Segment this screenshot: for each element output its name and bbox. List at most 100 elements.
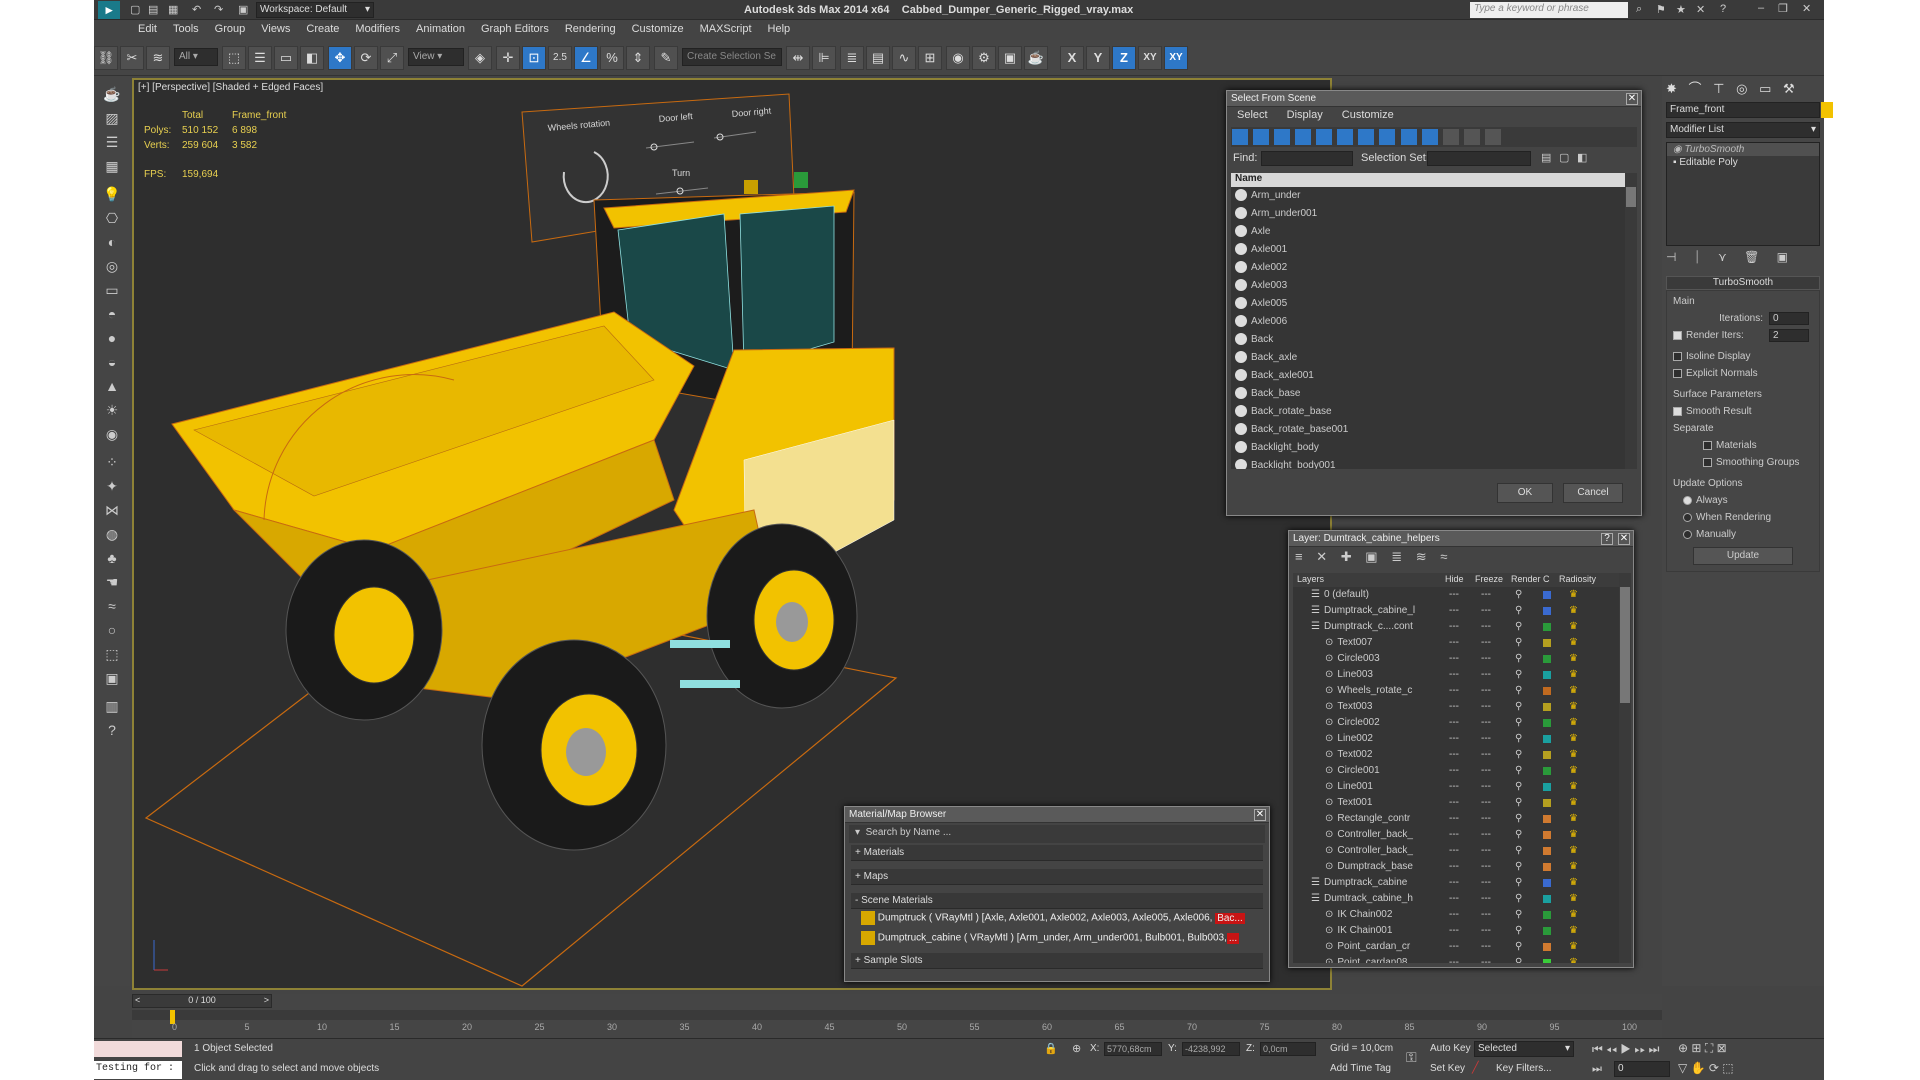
show-end-result-icon[interactable]: ⏐: [1694, 250, 1701, 264]
name-column-header[interactable]: Name: [1231, 173, 1625, 187]
layer-color-swatch[interactable]: [1543, 639, 1551, 647]
freeze-toggle[interactable]: ---: [1481, 651, 1491, 667]
menu-rendering[interactable]: Rendering: [557, 20, 624, 38]
hide-toggle[interactable]: ---: [1449, 683, 1459, 699]
render-toggle-icon[interactable]: ⚲: [1515, 827, 1522, 843]
radiosity-icon[interactable]: ♛: [1569, 667, 1578, 683]
remove-modifier-icon[interactable]: 🗑: [1744, 250, 1759, 264]
radiosity-icon[interactable]: ♛: [1569, 747, 1578, 763]
layer-scrollbar-thumb[interactable]: [1620, 587, 1630, 703]
layer-row[interactable]: ⊙ Rectangle_contr --- --- ⚲ ♛: [1293, 811, 1619, 827]
axis-x-button[interactable]: X: [1060, 46, 1084, 70]
render-toggle-icon[interactable]: ⚲: [1515, 907, 1522, 923]
link-icon[interactable]: ⛓: [94, 46, 118, 70]
render-toggle-icon[interactable]: ⚲: [1515, 731, 1522, 747]
rendered-frame-window-icon[interactable]: ▣: [998, 46, 1022, 70]
key-mode-toggle-icon[interactable]: ⏭: [1592, 1063, 1602, 1076]
hide-toggle[interactable]: ---: [1449, 731, 1459, 747]
curve-editor-icon[interactable]: ∿: [892, 46, 916, 70]
radiosity-icon[interactable]: ♛: [1569, 619, 1578, 635]
make-unique-icon[interactable]: ⋎: [1718, 250, 1727, 264]
freeze-toggle[interactable]: ---: [1481, 667, 1491, 683]
display-groups-icon[interactable]: [1358, 129, 1375, 145]
plant-icon[interactable]: ♣: [100, 546, 124, 570]
freeze-column-header[interactable]: Freeze: [1475, 574, 1503, 584]
selection-set-dropdown[interactable]: [1427, 151, 1531, 166]
cube-icon[interactable]: ▣: [100, 666, 124, 690]
current-frame-field[interactable]: 0: [1614, 1061, 1670, 1077]
close-icon[interactable]: ✕: [1626, 93, 1638, 105]
freeze-toggle[interactable]: ---: [1481, 859, 1491, 875]
freeze-toggle[interactable]: ---: [1481, 811, 1491, 827]
search-input[interactable]: Type a keyword or phrase: [1470, 2, 1628, 18]
render-column-header[interactable]: Render: [1511, 574, 1541, 584]
teapot-icon[interactable]: ☕: [100, 82, 124, 106]
hide-toggle[interactable]: ---: [1449, 699, 1459, 715]
render-toggle-icon[interactable]: ⚲: [1515, 875, 1522, 891]
y-coord-field[interactable]: -4238,992: [1182, 1042, 1240, 1056]
layer-color-swatch[interactable]: [1543, 751, 1551, 759]
layer-color-swatch[interactable]: [1543, 863, 1551, 871]
menu-create[interactable]: Create: [298, 20, 347, 38]
render-toggle-icon[interactable]: ⚲: [1515, 667, 1522, 683]
hair-icon[interactable]: ≈: [100, 594, 124, 618]
radiosity-icon[interactable]: ♛: [1569, 795, 1578, 811]
radiosity-icon[interactable]: ♛: [1569, 843, 1578, 859]
freeze-toggle[interactable]: ---: [1481, 683, 1491, 699]
scene-object-row[interactable]: Arm_under001: [1231, 205, 1625, 223]
render-toggle-icon[interactable]: ⚲: [1515, 779, 1522, 795]
menu-edit[interactable]: Edit: [130, 20, 165, 38]
hide-toggle[interactable]: ---: [1449, 747, 1459, 763]
hierarchy-tab-icon[interactable]: ⊤: [1713, 81, 1724, 96]
layer-color-swatch[interactable]: [1543, 671, 1551, 679]
close-icon[interactable]: ✕: [1802, 2, 1811, 15]
layer-row[interactable]: ☰ 0 (default) --- --- ⚲ ♛: [1293, 587, 1619, 603]
select-scale-icon[interactable]: ⤢: [380, 46, 404, 70]
track-bar[interactable]: [132, 1010, 1662, 1020]
graphite-ribbon-icon[interactable]: ▤: [866, 46, 890, 70]
radiosity-icon[interactable]: ♛: [1569, 699, 1578, 715]
radiosity-icon[interactable]: ♛: [1569, 635, 1578, 651]
light-icon[interactable]: 💡: [100, 182, 124, 206]
camera-icon[interactable]: ⎔: [100, 206, 124, 230]
layer-row[interactable]: ⊙ Controller_back_ --- --- ⚲ ♛: [1293, 827, 1619, 843]
sfs-scrollbar-thumb[interactable]: [1626, 187, 1636, 207]
scene-materials-section[interactable]: - Scene Materials: [851, 893, 1263, 909]
freeze-toggle[interactable]: ---: [1481, 699, 1491, 715]
display-lights-icon[interactable]: [1274, 129, 1291, 145]
radiosity-icon[interactable]: ♛: [1569, 827, 1578, 843]
helper-icon[interactable]: ◐: [100, 230, 124, 254]
material-row-dumptruck[interactable]: Dumptruck ( VRayMtl ) [Axle, Axle001, Ax…: [861, 911, 1253, 929]
layer-row[interactable]: ☰ Dumtrack_cabine_h --- --- ⚲ ♛: [1293, 891, 1619, 907]
render-iters-spinner[interactable]: 2: [1769, 329, 1809, 342]
maximize-icon[interactable]: ❐: [1778, 2, 1788, 15]
material-row-cabine[interactable]: Dumptruck_cabine ( VRayMtl ) [Arm_under,…: [861, 931, 1253, 949]
render-toggle-icon[interactable]: ⚲: [1515, 619, 1522, 635]
layer-color-swatch[interactable]: [1543, 847, 1551, 855]
layer-color-swatch[interactable]: [1543, 703, 1551, 711]
auto-key-button[interactable]: Auto Key: [1430, 1043, 1471, 1054]
freeze-toggle[interactable]: ---: [1481, 619, 1491, 635]
object-color-swatch[interactable]: [1821, 102, 1833, 118]
cancel-button[interactable]: Cancel: [1563, 483, 1623, 503]
select-layer-icon[interactable]: ≣: [1391, 549, 1402, 564]
workspace-dropdown[interactable]: Workspace: Default ▾: [256, 2, 374, 18]
layer-color-swatch[interactable]: [1543, 591, 1551, 599]
hold-icon[interactable]: ▣: [238, 3, 248, 16]
freeze-toggle[interactable]: ---: [1481, 747, 1491, 763]
orbit-icon[interactable]: ⟳: [1709, 1061, 1719, 1075]
menu-maxscript[interactable]: MAXScript: [692, 20, 760, 38]
radiosity-icon[interactable]: ♛: [1569, 603, 1578, 619]
menu-tools[interactable]: Tools: [165, 20, 207, 38]
render-toggle-icon[interactable]: ⚲: [1515, 923, 1522, 939]
layer-row[interactable]: ⊙ Circle002 --- --- ⚲ ♛: [1293, 715, 1619, 731]
scene-object-row[interactable]: Axle003: [1231, 277, 1625, 295]
freeze-toggle[interactable]: ---: [1481, 907, 1491, 923]
unlink-icon[interactable]: ✂: [120, 46, 144, 70]
zoom-extents-icon[interactable]: ⛶: [1705, 1041, 1713, 1055]
materials-checkbox[interactable]: [1703, 440, 1712, 450]
align-icon[interactable]: ⊫: [812, 46, 836, 70]
app-logo[interactable]: ▸: [98, 1, 120, 19]
rect-selection-icon[interactable]: ▭: [274, 46, 298, 70]
layer-row[interactable]: ☰ Dumptrack_cabine_l --- --- ⚲ ♛: [1293, 603, 1619, 619]
